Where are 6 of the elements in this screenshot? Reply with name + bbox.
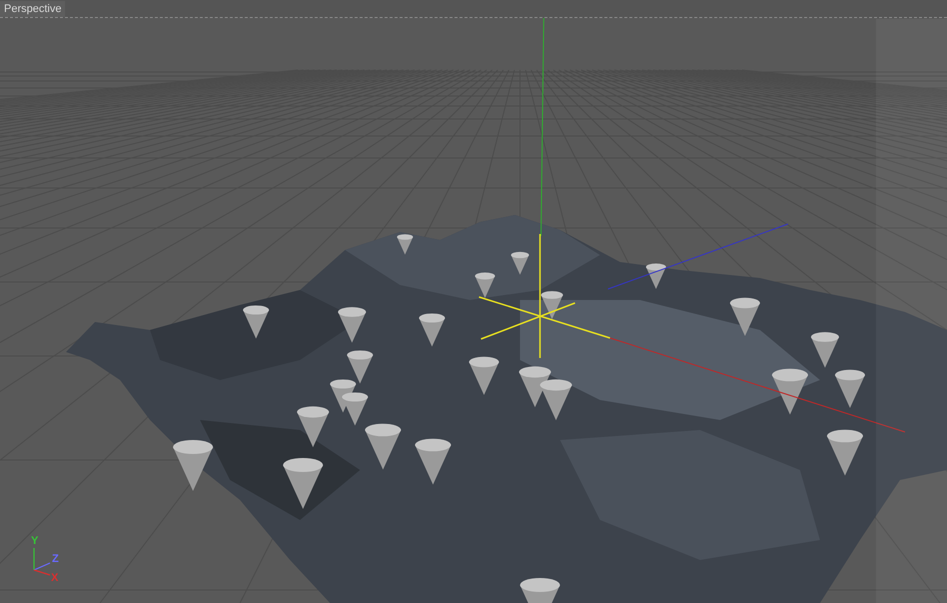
gizmo-axis-label: Y [31, 535, 38, 547]
gizmo-axis-label: X [51, 572, 58, 584]
viewport-title[interactable]: Perspective [0, 0, 66, 16]
gizmo-axis-label: Z [52, 553, 59, 565]
null-object-crosshair-icon[interactable] [478, 234, 610, 358]
terrain-mesh-drawing[interactable] [66, 215, 947, 603]
